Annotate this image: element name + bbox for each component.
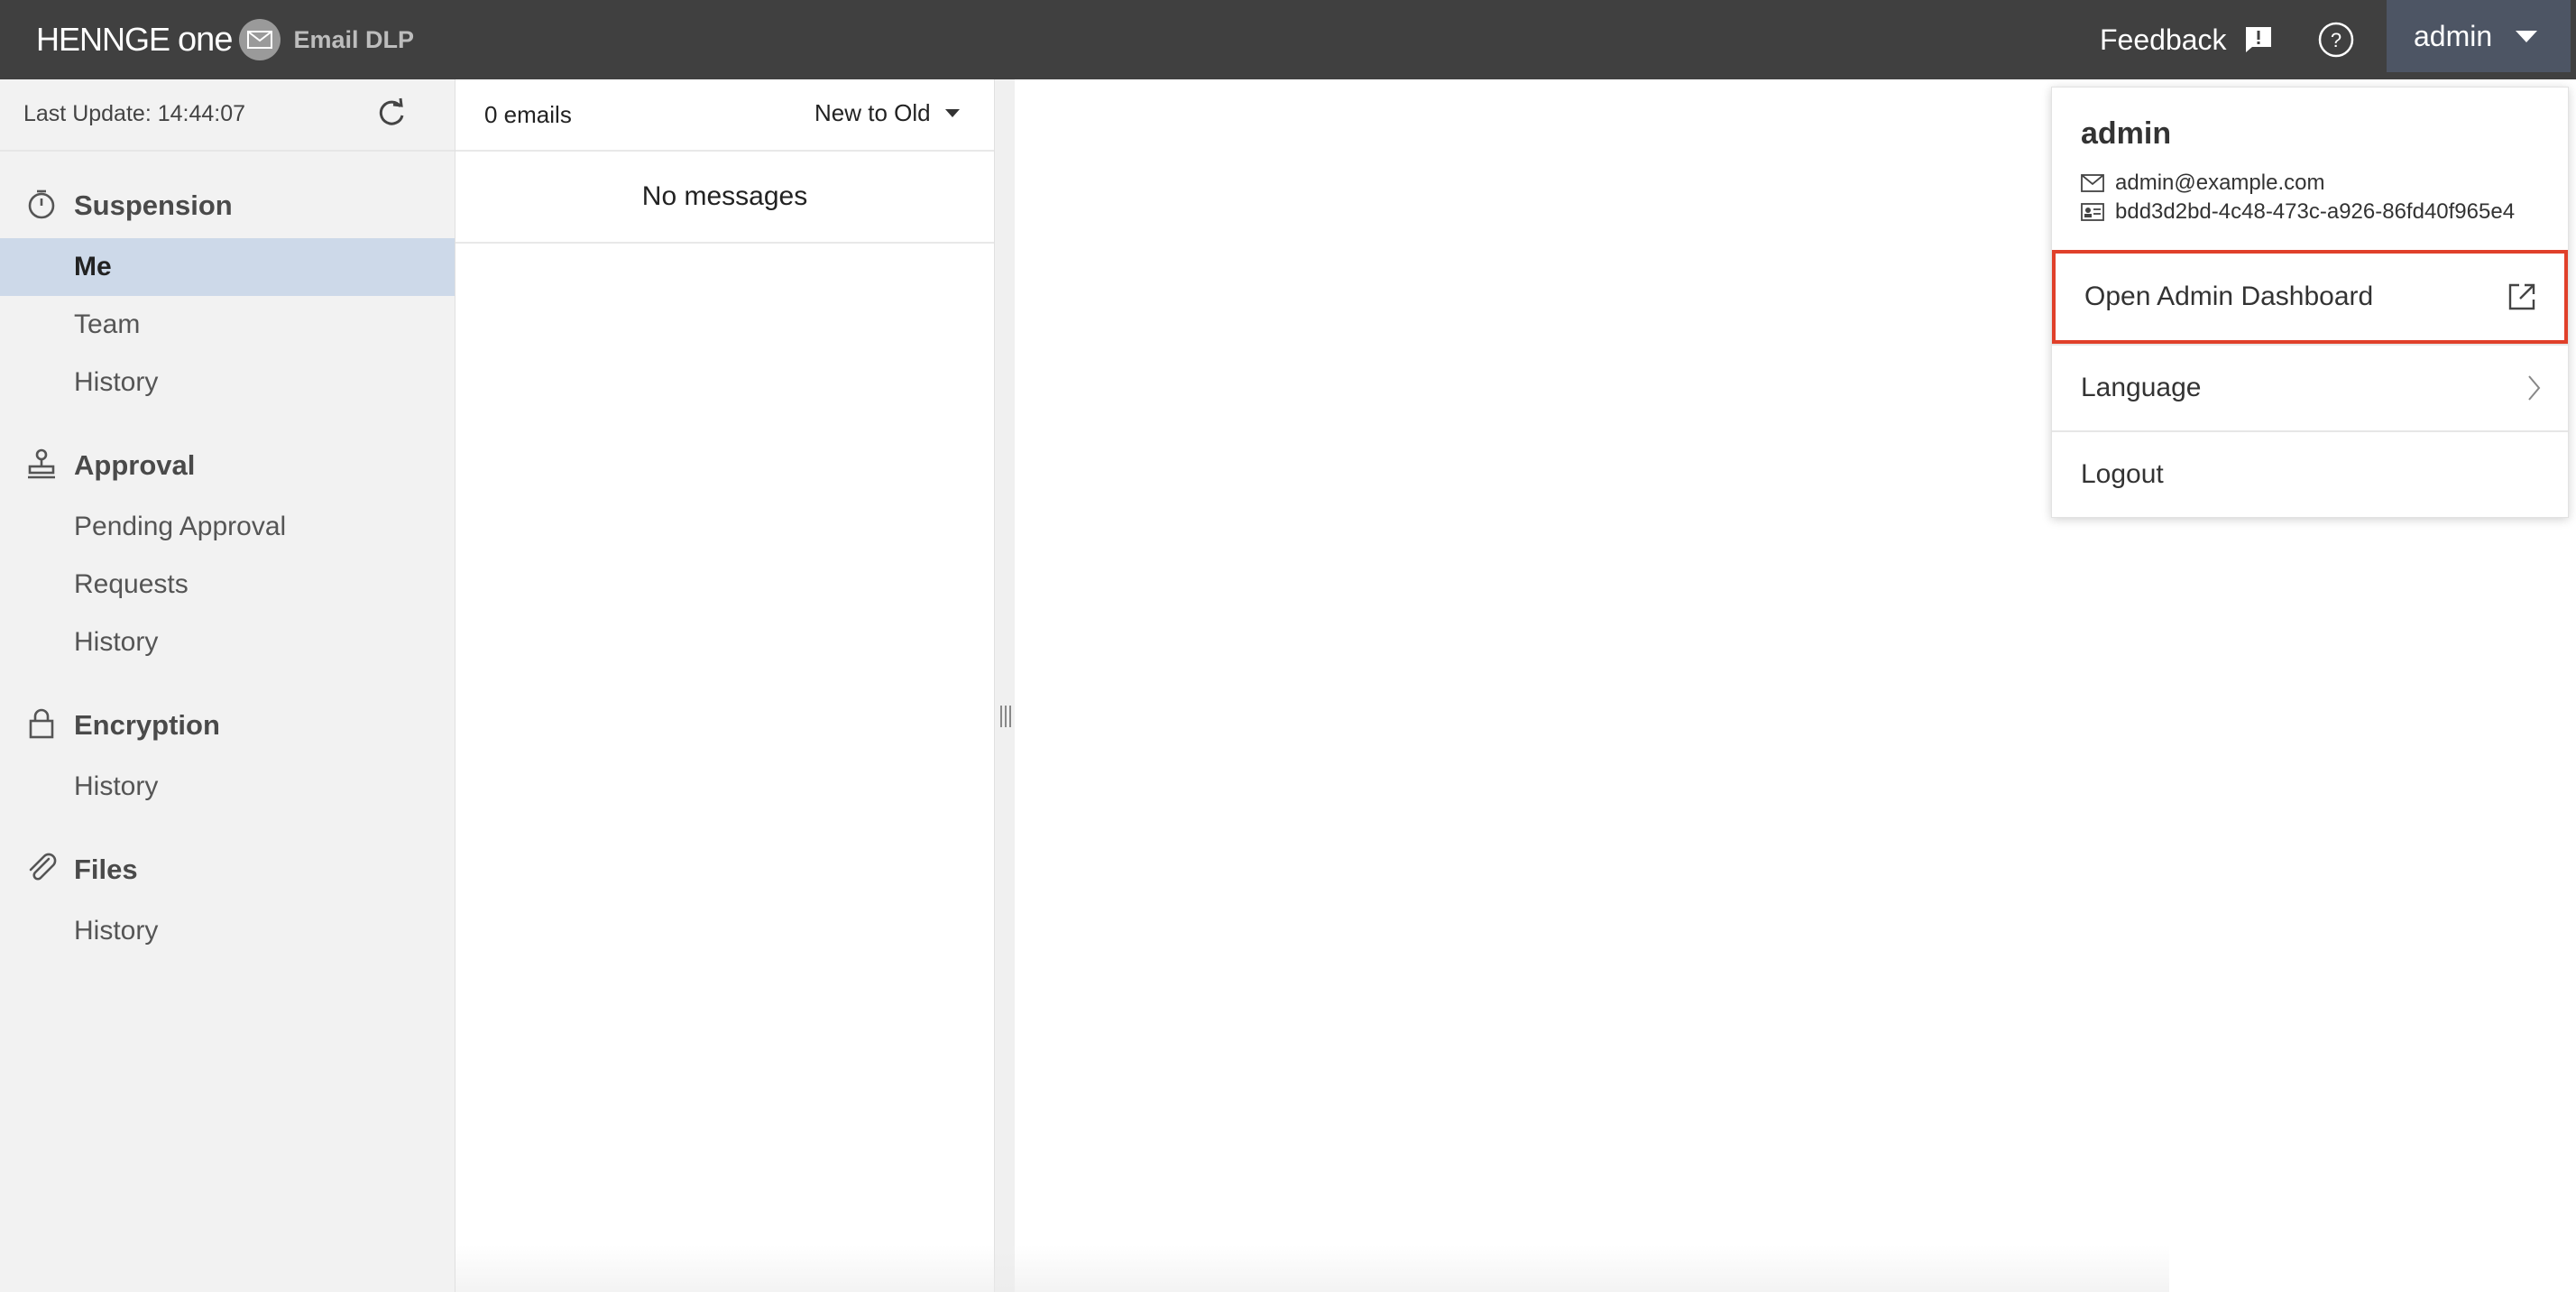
language-item[interactable]: Language xyxy=(2052,344,2568,430)
brand-name: HENNGE xyxy=(36,20,170,58)
svg-text:?: ? xyxy=(2331,29,2341,51)
user-menu-label: admin xyxy=(2414,19,2493,52)
list-header: 0 emails New to Old xyxy=(455,79,994,152)
brand-logo[interactable]: HENNGE one Email DLP xyxy=(36,18,414,61)
nav-suspension-me[interactable]: Me xyxy=(0,238,455,296)
last-update: Last Update: 14:44:07 xyxy=(23,101,246,126)
open-admin-dashboard-label: Open Admin Dashboard xyxy=(2084,281,2374,311)
sort-dropdown[interactable]: New to Old xyxy=(814,99,960,127)
feedback-icon xyxy=(2245,27,2271,52)
user-menu-button[interactable]: admin xyxy=(2387,0,2571,72)
nav-files-history[interactable]: History xyxy=(0,902,455,960)
menu-user-name: admin xyxy=(2081,116,2172,151)
chevron-right-icon xyxy=(2528,375,2541,401)
section-approval: Approval xyxy=(74,449,196,481)
refresh-icon[interactable] xyxy=(373,96,409,132)
menu-id-row: bdd3d2bd-4c48-473c-a926-86fd40f965e4 xyxy=(2081,199,2515,225)
nav-requests[interactable]: Requests xyxy=(0,556,455,614)
logout-label: Logout xyxy=(2081,459,2164,489)
pane-splitter[interactable] xyxy=(995,79,1015,1292)
menu-email-row: admin@example.com xyxy=(2081,171,2324,196)
open-admin-dashboard-item[interactable]: Open Admin Dashboard xyxy=(2052,250,2568,344)
mail-icon xyxy=(239,19,281,60)
email-count: 0 emails xyxy=(484,101,572,128)
envelope-icon xyxy=(2081,174,2104,192)
stamp-icon xyxy=(28,448,55,479)
sidebar: Last Update: 14:44:07 Suspension Me Team… xyxy=(0,79,455,1292)
bottom-shadow xyxy=(455,1245,2169,1292)
top-bar: HENNGE one Email DLP Feedback ? admin xyxy=(0,0,2576,79)
menu-email: admin@example.com xyxy=(2115,171,2325,195)
chevron-down-icon xyxy=(944,109,960,117)
drag-handle-icon[interactable] xyxy=(999,704,1012,729)
section-suspension: Suspension xyxy=(74,189,233,221)
user-dropdown-menu: admin admin@example.com bdd3d2bd-4c48-47… xyxy=(2051,87,2569,518)
feedback-label: Feedback xyxy=(2100,23,2227,56)
message-list: 0 emails New to Old No messages xyxy=(455,79,995,1292)
sort-label: New to Old xyxy=(814,99,931,126)
nav-approval-history[interactable]: History xyxy=(0,614,455,671)
divider xyxy=(0,150,455,152)
nav-suspension-team[interactable]: Team xyxy=(0,296,455,354)
brand-suffix: one xyxy=(178,20,233,59)
section-encryption: Encryption xyxy=(74,709,220,741)
menu-user-id: bdd3d2bd-4c48-473c-a926-86fd40f965e4 xyxy=(2115,199,2516,224)
external-link-icon xyxy=(2508,283,2535,310)
feedback-button[interactable]: Feedback xyxy=(2100,16,2274,63)
stopwatch-icon xyxy=(28,189,55,219)
nav-pending-approval[interactable]: Pending Approval xyxy=(0,498,455,556)
lock-icon xyxy=(29,708,54,739)
chevron-down-icon xyxy=(2516,30,2538,42)
logout-item[interactable]: Logout xyxy=(2052,430,2568,517)
nav-encryption-history[interactable]: History xyxy=(0,758,455,816)
section-files: Files xyxy=(74,854,138,885)
nav-suspension-history[interactable]: History xyxy=(0,354,455,411)
id-card-icon xyxy=(2081,203,2104,221)
help-icon[interactable]: ? xyxy=(2316,20,2356,60)
paperclip-icon xyxy=(29,853,57,881)
product-name: Email DLP xyxy=(293,25,414,53)
language-label: Language xyxy=(2081,373,2202,402)
empty-state: No messages xyxy=(455,152,994,244)
